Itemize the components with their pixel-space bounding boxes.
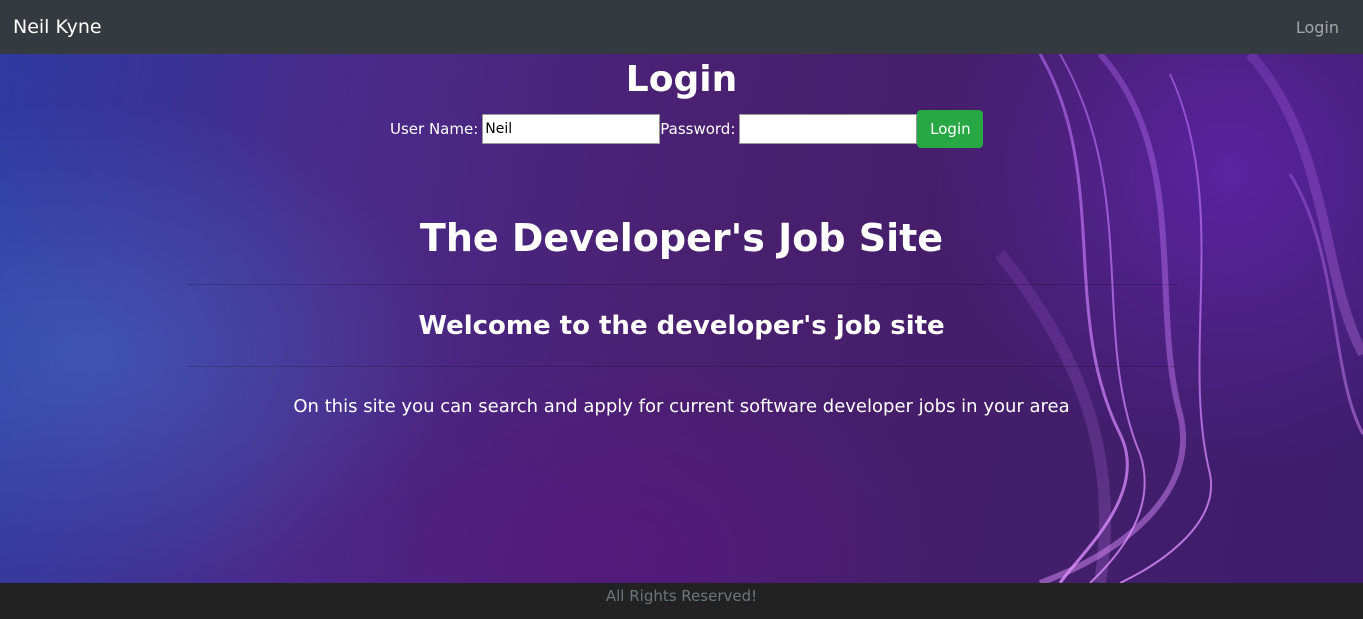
username-input[interactable] [482, 114, 661, 144]
password-label: Password: [660, 120, 736, 138]
hero-section: Login User Name: Password: Login The Dev… [0, 54, 1363, 583]
username-label: User Name: [390, 120, 479, 138]
login-form: User Name: Password: Login [390, 110, 984, 148]
nav-login-link[interactable]: Login [1296, 18, 1339, 37]
top-navbar: Neil Kyne Login [0, 0, 1363, 54]
site-title: The Developer's Job Site [419, 216, 944, 260]
welcome-heading: Welcome to the developer's job site [418, 311, 945, 341]
footer-text: All Rights Reserved! [605, 587, 758, 605]
brand-link[interactable]: Neil Kyne [13, 16, 102, 38]
login-button[interactable]: Login [917, 110, 984, 148]
password-input[interactable] [739, 114, 918, 144]
divider [187, 284, 1177, 285]
footer: All Rights Reserved! [0, 583, 1363, 619]
site-description: On this site you can search and apply fo… [293, 396, 1070, 417]
login-heading: Login [625, 59, 738, 100]
divider [187, 366, 1177, 367]
